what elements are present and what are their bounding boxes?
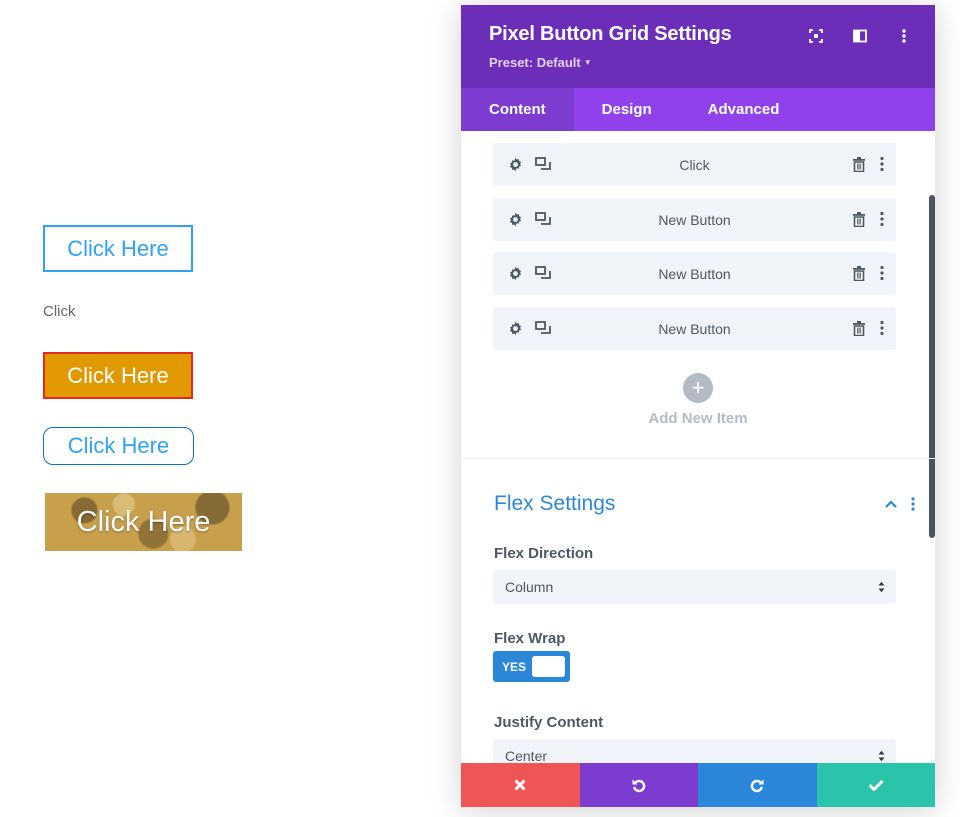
panel-footer <box>461 763 935 807</box>
more-vertical-icon[interactable] <box>880 265 884 281</box>
preview-button-image-label: Click Here <box>76 505 211 538</box>
panel-header: Pixel Button Grid Settings Preset: Defau… <box>461 5 935 88</box>
flex-direction-select[interactable]: Column <box>493 570 896 604</box>
undo-icon <box>632 779 646 793</box>
list-item[interactable]: Click <box>493 143 896 186</box>
preview-button-outline-label: Click Here <box>67 235 169 261</box>
preview-button-outline[interactable]: Click Here <box>43 225 193 272</box>
checkmark-icon <box>868 779 884 791</box>
tab-design[interactable]: Design <box>574 88 680 131</box>
undo-button[interactable] <box>579 763 698 807</box>
more-vertical-icon[interactable] <box>895 27 913 45</box>
settings-panel: Pixel Button Grid Settings Preset: Defau… <box>461 5 935 807</box>
more-vertical-icon[interactable] <box>880 320 884 336</box>
select-arrows-icon <box>878 581 885 593</box>
add-new-item-label: Add New Item <box>648 410 748 427</box>
more-vertical-icon[interactable] <box>880 156 884 172</box>
save-button[interactable] <box>816 763 935 807</box>
panel-title: Pixel Button Grid Settings <box>489 23 732 45</box>
discard-button[interactable] <box>461 763 580 807</box>
flex-wrap-toggle[interactable]: YES <box>493 651 570 682</box>
preview-button-rounded-label: Click Here <box>67 433 170 458</box>
gear-icon[interactable] <box>508 321 523 336</box>
item-label: New Button <box>658 211 731 228</box>
close-icon <box>514 779 526 791</box>
panel-body: Click New Button New Button New Button +… <box>461 131 935 763</box>
justify-content-label: Justify Content <box>494 714 604 731</box>
gear-icon[interactable] <box>508 157 523 172</box>
plus-icon[interactable]: + <box>683 373 713 403</box>
item-label: New Button <box>658 265 731 282</box>
duplicate-icon[interactable] <box>535 266 551 281</box>
preview-button-orange-label: Click Here <box>67 362 169 388</box>
preset-label: Preset: Default <box>489 55 581 70</box>
duplicate-icon[interactable] <box>535 212 551 227</box>
gear-icon[interactable] <box>508 266 523 281</box>
duplicate-icon[interactable] <box>535 157 551 172</box>
tab-advanced[interactable]: Advanced <box>680 88 808 131</box>
caret-down-icon: ▼ <box>583 58 592 67</box>
divider <box>461 458 935 459</box>
preview-button-orange[interactable]: Click Here <box>43 352 193 399</box>
chevron-up-icon[interactable] <box>885 500 897 508</box>
item-label: Click <box>679 156 710 173</box>
gear-icon[interactable] <box>508 212 523 227</box>
split-view-icon[interactable] <box>851 27 869 45</box>
preview-button-image[interactable]: Click Here <box>45 493 242 551</box>
justify-content-value: Center <box>505 748 548 763</box>
fullscreen-icon[interactable] <box>807 27 825 45</box>
flex-direction-value: Column <box>505 579 554 595</box>
list-item[interactable]: New Button <box>493 252 896 295</box>
list-item[interactable]: New Button <box>493 307 896 350</box>
item-label: New Button <box>658 320 731 337</box>
more-vertical-icon[interactable] <box>911 497 915 511</box>
tab-bar: Content Design Advanced <box>461 88 935 131</box>
more-vertical-icon[interactable] <box>880 211 884 227</box>
select-arrows-icon <box>878 750 885 762</box>
trash-icon[interactable] <box>852 321 866 336</box>
add-new-item-button[interactable]: + Add New Item <box>461 373 935 427</box>
flex-wrap-label: Flex Wrap <box>494 630 566 647</box>
trash-icon[interactable] <box>852 157 866 172</box>
scrollbar[interactable] <box>929 195 935 538</box>
section-title-flex-settings[interactable]: Flex Settings <box>494 492 615 516</box>
preview-text-click: Click <box>43 303 76 320</box>
duplicate-icon[interactable] <box>535 321 551 336</box>
preset-selector[interactable]: Preset: Default ▼ <box>489 55 592 70</box>
trash-icon[interactable] <box>852 212 866 227</box>
list-item[interactable]: New Button <box>493 198 896 241</box>
toggle-knob <box>532 656 565 677</box>
toggle-yes-label: YES <box>502 660 527 674</box>
redo-button[interactable] <box>698 763 817 807</box>
justify-content-select[interactable]: Center <box>493 739 896 763</box>
preview-button-rounded[interactable]: Click Here <box>43 427 194 465</box>
redo-icon <box>750 779 764 793</box>
tab-content[interactable]: Content <box>461 88 574 131</box>
flex-direction-label: Flex Direction <box>494 545 594 562</box>
trash-icon[interactable] <box>852 266 866 281</box>
